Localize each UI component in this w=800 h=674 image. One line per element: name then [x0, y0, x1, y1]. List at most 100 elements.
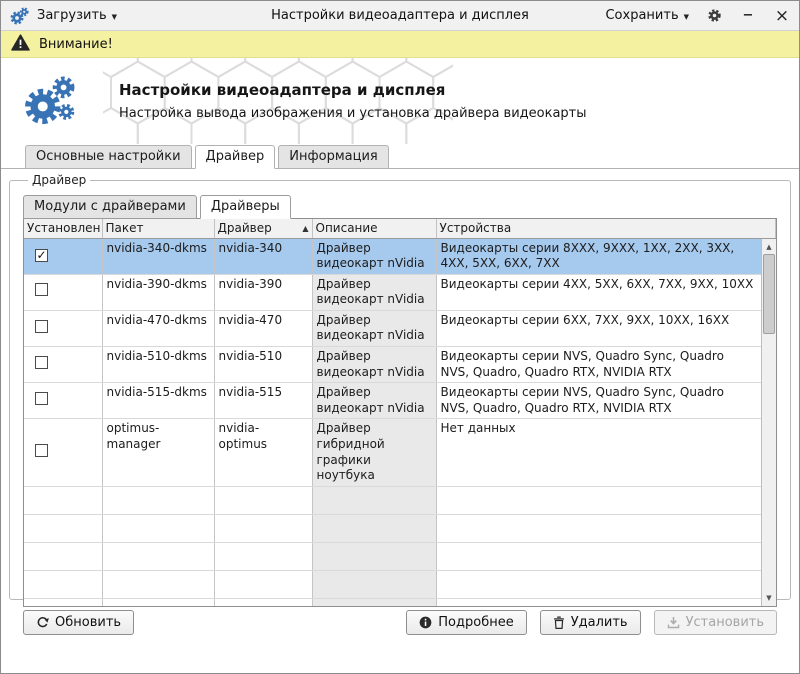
empty-cell	[436, 542, 776, 570]
devices-cell[interactable]: Видеокарты серии NVS, Quadro Sync, Quadr…	[436, 347, 776, 383]
devices-cell[interactable]: Видеокарты серии 4XX, 5XX, 6XX, 7XX, 9XX…	[436, 274, 776, 310]
empty-cell	[102, 486, 214, 514]
details-button[interactable]: Подробнее	[406, 610, 526, 635]
package-cell[interactable]: optimus-manager	[102, 419, 214, 486]
package-cell[interactable]: nvidia-340-dkms	[102, 238, 214, 274]
driver-cell[interactable]: nvidia-470	[214, 310, 312, 346]
empty-cell	[436, 598, 776, 607]
installed-checkbox[interactable]	[35, 283, 48, 296]
package-cell[interactable]: nvidia-510-dkms	[102, 347, 214, 383]
empty-cell	[312, 598, 436, 607]
empty-cell	[214, 570, 312, 598]
page-header: Настройки видеоадаптера и дисплея Настро…	[1, 58, 799, 144]
installed-cell[interactable]: ✓	[24, 238, 102, 274]
installed-cell[interactable]	[24, 347, 102, 383]
empty-cell	[24, 514, 102, 542]
driver-cell[interactable]: nvidia-515	[214, 383, 312, 419]
page-subtitle: Настройка вывода изображения и установка…	[119, 106, 587, 121]
scrollbar-thumb[interactable]	[763, 254, 775, 334]
driver-cell[interactable]: nvidia-optimus	[214, 419, 312, 486]
package-cell[interactable]: nvidia-515-dkms	[102, 383, 214, 419]
driver-table-row[interactable]: optimus-manager nvidia-optimus Драйвер г…	[24, 419, 776, 486]
driver-table-row[interactable]: nvidia-515-dkms nvidia-515 Драйвер видео…	[24, 383, 776, 419]
installed-checkbox[interactable]	[35, 392, 48, 405]
devices-cell[interactable]: Нет данных	[436, 419, 776, 486]
empty-cell	[312, 486, 436, 514]
header-gears-icon	[21, 72, 79, 130]
description-cell[interactable]: Драйвер гибридной графики ноутбука	[312, 419, 436, 486]
empty-row	[24, 598, 776, 607]
installed-cell[interactable]	[24, 383, 102, 419]
refresh-button[interactable]: Обновить	[23, 610, 134, 635]
installed-checkbox[interactable]	[35, 444, 48, 457]
empty-cell	[24, 570, 102, 598]
empty-cell	[102, 542, 214, 570]
tab-basic-settings[interactable]: Основные настройки	[25, 145, 192, 169]
driver-table-row[interactable]: nvidia-390-dkms nvidia-390 Драйвер видео…	[24, 274, 776, 310]
tab-drivers[interactable]: Драйверы	[200, 195, 291, 219]
driver-table-row[interactable]: nvidia-510-dkms nvidia-510 Драйвер видео…	[24, 347, 776, 383]
column-header-installed[interactable]: Установлен	[24, 219, 102, 238]
driver-table-grid: Установлен Пакет ▲ Драйвер Описание Устр…	[24, 219, 776, 607]
empty-row	[24, 570, 776, 598]
column-header-driver[interactable]: ▲ Драйвер	[214, 219, 312, 238]
devices-cell[interactable]: Видеокарты серии 6XX, 7XX, 9XX, 10XX, 16…	[436, 310, 776, 346]
refresh-icon	[36, 616, 49, 629]
delete-label: Удалить	[571, 615, 628, 630]
empty-row	[24, 542, 776, 570]
installed-cell[interactable]	[24, 419, 102, 486]
scroll-down-icon[interactable]: ▼	[762, 591, 776, 605]
chevron-down-icon: ▼	[684, 13, 689, 21]
details-label: Подробнее	[438, 615, 513, 630]
vertical-scrollbar[interactable]: ▲ ▼	[761, 239, 776, 606]
install-button[interactable]: Установить	[654, 610, 777, 635]
description-cell[interactable]: Драйвер видеокарт nVidia	[312, 238, 436, 274]
package-cell[interactable]: nvidia-390-dkms	[102, 274, 214, 310]
driver-table-row[interactable]: ✓ nvidia-340-dkms nvidia-340 Драйвер вид…	[24, 238, 776, 274]
devices-cell[interactable]: Видеокарты серии NVS, Quadro Sync, Quadr…	[436, 383, 776, 419]
load-menu-button[interactable]: Загрузить ▼	[37, 8, 117, 23]
empty-cell	[24, 486, 102, 514]
save-menu-button[interactable]: Сохранить ▼	[605, 8, 689, 23]
warning-icon	[11, 34, 30, 55]
empty-cell	[436, 514, 776, 542]
tab-information[interactable]: Информация	[278, 145, 388, 169]
close-button[interactable]: ×	[773, 7, 791, 25]
tab-driver-modules[interactable]: Модули с драйверами	[23, 195, 197, 219]
driver-cell[interactable]: nvidia-340	[214, 238, 312, 274]
installed-cell[interactable]	[24, 274, 102, 310]
description-cell[interactable]: Драйвер видеокарт nVidia	[312, 347, 436, 383]
page-title: Настройки видеоадаптера и дисплея	[119, 81, 587, 99]
titlebar: Загрузить ▼ Настройки видеоадаптера и ди…	[1, 1, 799, 31]
empty-cell	[24, 598, 102, 607]
driver-cell[interactable]: nvidia-510	[214, 347, 312, 383]
empty-cell	[312, 514, 436, 542]
settings-gear-button[interactable]	[705, 7, 723, 25]
description-cell[interactable]: Драйвер видеокарт nVidia	[312, 274, 436, 310]
driver-cell[interactable]: nvidia-390	[214, 274, 312, 310]
installed-checkbox[interactable]	[35, 320, 48, 333]
empty-row	[24, 514, 776, 542]
installed-cell[interactable]	[24, 310, 102, 346]
installed-checkbox[interactable]	[35, 356, 48, 369]
scroll-up-icon[interactable]: ▲	[762, 240, 776, 254]
description-cell[interactable]: Драйвер видеокарт nVidia	[312, 310, 436, 346]
column-header-description[interactable]: Описание	[312, 219, 436, 238]
devices-cell[interactable]: Видеокарты серии 8XXX, 9XXX, 1XX, 2XX, 3…	[436, 238, 776, 274]
minimize-button[interactable]: −	[739, 7, 757, 25]
tab-driver[interactable]: Драйвер	[195, 145, 276, 169]
chevron-down-icon: ▼	[112, 13, 117, 21]
column-header-package[interactable]: Пакет	[102, 219, 214, 238]
installed-checkbox[interactable]: ✓	[35, 249, 48, 262]
trash-icon	[553, 616, 565, 629]
empty-cell	[24, 542, 102, 570]
description-cell[interactable]: Драйвер видеокарт nVidia	[312, 383, 436, 419]
package-cell[interactable]: nvidia-470-dkms	[102, 310, 214, 346]
column-header-devices[interactable]: Устройства	[436, 219, 776, 238]
empty-cell	[214, 514, 312, 542]
main-tabbar: Основные настройки Драйвер Информация	[1, 144, 799, 169]
driver-table-row[interactable]: nvidia-470-dkms nvidia-470 Драйвер видео…	[24, 310, 776, 346]
install-icon	[667, 616, 680, 629]
delete-button[interactable]: Удалить	[540, 610, 641, 635]
sort-ascending-icon: ▲	[302, 224, 308, 233]
